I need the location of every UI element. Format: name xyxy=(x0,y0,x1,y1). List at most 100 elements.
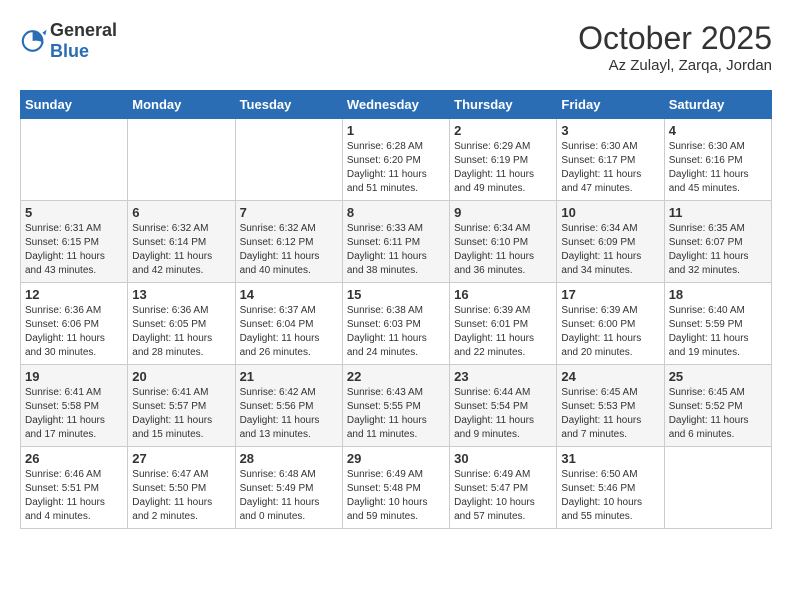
day-info: Sunrise: 6:37 AMSunset: 6:04 PMDaylight:… xyxy=(240,304,338,360)
day-cell: 24Sunrise: 6:45 AMSunset: 5:53 PMDayligh… xyxy=(557,365,664,447)
day-number: 29 xyxy=(347,451,445,466)
day-number: 5 xyxy=(25,205,123,220)
day-number: 6 xyxy=(132,205,230,220)
header-saturday: Saturday xyxy=(664,91,771,119)
day-info: Sunrise: 6:29 AMSunset: 6:19 PMDaylight:… xyxy=(454,140,552,196)
day-info: Sunrise: 6:32 AMSunset: 6:14 PMDaylight:… xyxy=(132,222,230,278)
header-monday: Monday xyxy=(128,91,235,119)
day-info: Sunrise: 6:46 AMSunset: 5:51 PMDaylight:… xyxy=(25,468,123,524)
day-info: Sunrise: 6:41 AMSunset: 5:57 PMDaylight:… xyxy=(132,386,230,442)
day-cell: 17 Sunrise: 6:39 AMSunset: 6:00 PMDayligh… xyxy=(557,283,664,365)
day-number: 2 xyxy=(454,123,552,138)
day-info: Sunrise: 6:50 AMSunset: 5:46 PMDaylight:… xyxy=(561,468,659,524)
day-number: 22 xyxy=(347,369,445,384)
day-cell: 5 Sunrise: 6:31 AMSunset: 6:15 PMDaylight… xyxy=(21,201,128,283)
calendar-table: Sunday Monday Tuesday Wednesday Thursday… xyxy=(20,90,772,529)
day-number: 17 xyxy=(561,287,659,302)
day-info: Sunrise: 6:49 AMSunset: 5:48 PMDaylight:… xyxy=(347,468,445,524)
day-number: 13 xyxy=(132,287,230,302)
title-area: October 2025 Az Zulayl, Zarqa, Jordan xyxy=(578,20,772,74)
day-info: Sunrise: 6:39 AMSunset: 6:00 PMDaylight:… xyxy=(561,304,659,360)
week-row-4: 19 Sunrise: 6:41 AMSunset: 5:58 PMDayligh… xyxy=(21,365,772,447)
week-row-5: 26 Sunrise: 6:46 AMSunset: 5:51 PMDayligh… xyxy=(21,447,772,529)
day-cell: 21Sunrise: 6:42 AMSunset: 5:56 PMDayligh… xyxy=(235,365,342,447)
day-number: 31 xyxy=(561,451,659,466)
day-cell: 11 Sunrise: 6:35 AMSunset: 6:07 PMDayligh… xyxy=(664,201,771,283)
day-number: 12 xyxy=(25,287,123,302)
day-cell xyxy=(664,447,771,529)
day-number: 11 xyxy=(669,205,767,220)
day-info: Sunrise: 6:33 AMSunset: 6:11 PMDaylight:… xyxy=(347,222,445,278)
day-cell: 20Sunrise: 6:41 AMSunset: 5:57 PMDayligh… xyxy=(128,365,235,447)
day-number: 7 xyxy=(240,205,338,220)
day-cell: 23Sunrise: 6:44 AMSunset: 5:54 PMDayligh… xyxy=(450,365,557,447)
page-header: General Blue October 2025 Az Zulayl, Zar… xyxy=(20,20,772,74)
month-title: October 2025 xyxy=(578,20,772,57)
day-cell: 3Sunrise: 6:30 AMSunset: 6:17 PMDaylight… xyxy=(557,119,664,201)
day-number: 14 xyxy=(240,287,338,302)
day-info: Sunrise: 6:38 AMSunset: 6:03 PMDaylight:… xyxy=(347,304,445,360)
day-info: Sunrise: 6:47 AMSunset: 5:50 PMDaylight:… xyxy=(132,468,230,524)
day-number: 24 xyxy=(561,369,659,384)
day-cell xyxy=(21,119,128,201)
day-info: Sunrise: 6:34 AMSunset: 6:10 PMDaylight:… xyxy=(454,222,552,278)
day-cell: 13Sunrise: 6:36 AMSunset: 6:05 PMDayligh… xyxy=(128,283,235,365)
day-cell: 8 Sunrise: 6:33 AMSunset: 6:11 PMDaylight… xyxy=(342,201,449,283)
header-sunday: Sunday xyxy=(21,91,128,119)
header-tuesday: Tuesday xyxy=(235,91,342,119)
day-cell: 26 Sunrise: 6:46 AMSunset: 5:51 PMDayligh… xyxy=(21,447,128,529)
day-cell: 22Sunrise: 6:43 AMSunset: 5:55 PMDayligh… xyxy=(342,365,449,447)
day-number: 4 xyxy=(669,123,767,138)
logo: General Blue xyxy=(20,20,117,62)
day-number: 27 xyxy=(132,451,230,466)
day-number: 28 xyxy=(240,451,338,466)
day-cell xyxy=(128,119,235,201)
day-info: Sunrise: 6:41 AMSunset: 5:58 PMDaylight:… xyxy=(25,386,123,442)
week-row-3: 12 Sunrise: 6:36 AMSunset: 6:06 PMDayligh… xyxy=(21,283,772,365)
logo-blue: Blue xyxy=(50,41,89,61)
day-number: 30 xyxy=(454,451,552,466)
day-info: Sunrise: 6:42 AMSunset: 5:56 PMDaylight:… xyxy=(240,386,338,442)
day-cell: 25Sunrise: 6:45 AMSunset: 5:52 PMDayligh… xyxy=(664,365,771,447)
day-number: 1 xyxy=(347,123,445,138)
day-cell: 4Sunrise: 6:30 AMSunset: 6:16 PMDaylight… xyxy=(664,119,771,201)
day-cell: 27 Sunrise: 6:47 AMSunset: 5:50 PMDayligh… xyxy=(128,447,235,529)
day-number: 23 xyxy=(454,369,552,384)
day-number: 26 xyxy=(25,451,123,466)
day-number: 10 xyxy=(561,205,659,220)
day-cell: 1 Sunrise: 6:28 AMSunset: 6:20 PMDaylight… xyxy=(342,119,449,201)
header-wednesday: Wednesday xyxy=(342,91,449,119)
logo-general: General xyxy=(50,20,117,40)
day-info: Sunrise: 6:35 AMSunset: 6:07 PMDaylight:… xyxy=(669,222,767,278)
day-cell: 16 Sunrise: 6:39 AMSunset: 6:01 PMDayligh… xyxy=(450,283,557,365)
day-cell: 7 Sunrise: 6:32 AMSunset: 6:12 PMDaylight… xyxy=(235,201,342,283)
header-row: Sunday Monday Tuesday Wednesday Thursday… xyxy=(21,91,772,119)
day-number: 9 xyxy=(454,205,552,220)
day-cell: 9 Sunrise: 6:34 AMSunset: 6:10 PMDaylight… xyxy=(450,201,557,283)
day-info: Sunrise: 6:34 AMSunset: 6:09 PMDaylight:… xyxy=(561,222,659,278)
day-info: Sunrise: 6:36 AMSunset: 6:06 PMDaylight:… xyxy=(25,304,123,360)
day-cell: 28Sunrise: 6:48 AMSunset: 5:49 PMDayligh… xyxy=(235,447,342,529)
header-thursday: Thursday xyxy=(450,91,557,119)
day-number: 8 xyxy=(347,205,445,220)
day-cell: 30Sunrise: 6:49 AMSunset: 5:47 PMDayligh… xyxy=(450,447,557,529)
day-number: 15 xyxy=(347,287,445,302)
day-info: Sunrise: 6:28 AMSunset: 6:20 PMDaylight:… xyxy=(347,140,445,196)
day-info: Sunrise: 6:40 AMSunset: 5:59 PMDaylight:… xyxy=(669,304,767,360)
location: Az Zulayl, Zarqa, Jordan xyxy=(578,57,772,74)
day-number: 3 xyxy=(561,123,659,138)
day-cell: 10 Sunrise: 6:34 AMSunset: 6:09 PMDayligh… xyxy=(557,201,664,283)
day-cell: 6 Sunrise: 6:32 AMSunset: 6:14 PMDaylight… xyxy=(128,201,235,283)
day-number: 19 xyxy=(25,369,123,384)
day-number: 16 xyxy=(454,287,552,302)
day-cell: 18 Sunrise: 6:40 AMSunset: 5:59 PMDayligh… xyxy=(664,283,771,365)
day-number: 18 xyxy=(669,287,767,302)
day-info: Sunrise: 6:32 AMSunset: 6:12 PMDaylight:… xyxy=(240,222,338,278)
week-row-1: 1 Sunrise: 6:28 AMSunset: 6:20 PMDaylight… xyxy=(21,119,772,201)
day-cell: 2 Sunrise: 6:29 AMSunset: 6:19 PMDaylight… xyxy=(450,119,557,201)
day-cell: 31 Sunrise: 6:50 AMSunset: 5:46 PMDayligh… xyxy=(557,447,664,529)
header-friday: Friday xyxy=(557,91,664,119)
day-info: Sunrise: 6:31 AMSunset: 6:15 PMDaylight:… xyxy=(25,222,123,278)
day-cell xyxy=(235,119,342,201)
day-info: Sunrise: 6:39 AMSunset: 6:01 PMDaylight:… xyxy=(454,304,552,360)
